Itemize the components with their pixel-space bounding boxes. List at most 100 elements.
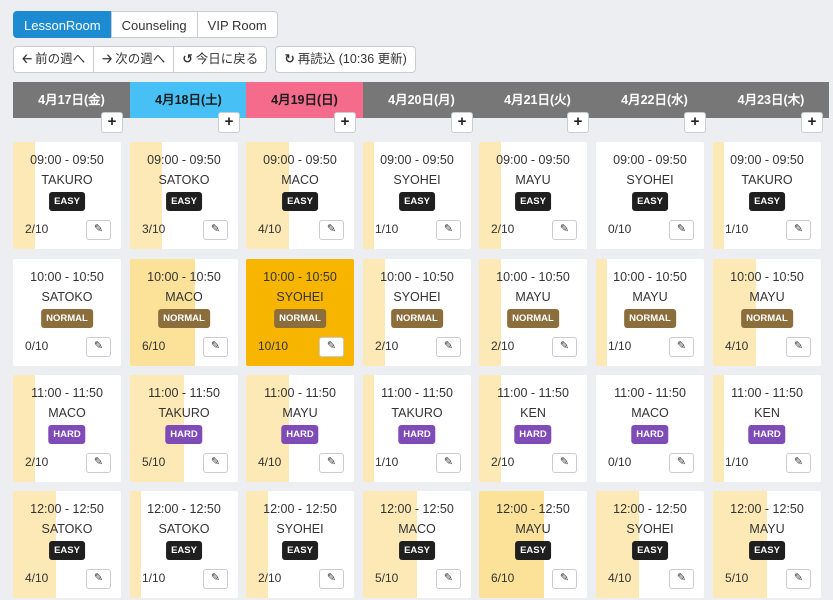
today-button[interactable]: ↺ 今日に戻る <box>173 46 268 73</box>
edit-slot-button[interactable]: ✎ <box>436 220 461 240</box>
slot-teacher: KEN <box>754 406 780 420</box>
edit-slot-button[interactable]: ✎ <box>319 220 344 240</box>
edit-slot-button[interactable]: ✎ <box>86 337 111 357</box>
edit-slot-button[interactable]: ✎ <box>669 337 694 357</box>
slot-teacher: SATOKO <box>158 173 210 187</box>
lesson-slot[interactable]: 11:00 - 11:50 MACO HARD 2/10 ✎ <box>13 375 121 482</box>
edit-slot-button[interactable]: ✎ <box>669 453 694 473</box>
level-badge: HARD <box>748 425 786 444</box>
edit-slot-button[interactable]: ✎ <box>669 220 694 240</box>
lesson-slot[interactable]: 10:00 - 10:50 SYOHEI NORMAL 2/10 ✎ <box>363 259 471 366</box>
lesson-slot[interactable]: 11:00 - 11:50 KEN HARD 2/10 ✎ <box>479 375 587 482</box>
lesson-slot[interactable]: 11:00 - 11:50 KEN HARD 1/10 ✎ <box>713 375 821 482</box>
edit-icon: ✎ <box>559 340 570 352</box>
booking-count: 2/10 <box>25 455 49 469</box>
slot-time: 11:00 - 11:50 <box>31 386 103 400</box>
edit-slot-button[interactable]: ✎ <box>552 337 577 357</box>
lesson-slot[interactable]: 12:00 - 12:50 SATOKO EASY 1/10 ✎ <box>130 491 238 598</box>
lesson-slot[interactable]: 12:00 - 12:50 SYOHEI EASY 4/10 ✎ <box>596 491 704 598</box>
level-badge: EASY <box>515 192 551 211</box>
edit-slot-button[interactable]: ✎ <box>436 337 461 357</box>
edit-slot-button[interactable]: ✎ <box>203 337 228 357</box>
lesson-slot[interactable]: 09:00 - 09:50 SYOHEI EASY 0/10 ✎ <box>596 142 704 249</box>
slot-time: 11:00 - 11:50 <box>731 386 803 400</box>
edit-slot-button[interactable]: ✎ <box>319 337 344 357</box>
lesson-slot[interactable]: 09:00 - 09:50 SYOHEI EASY 1/10 ✎ <box>363 142 471 249</box>
tab-lessonroom[interactable]: LessonRoom <box>13 11 112 38</box>
slot-time: 10:00 - 10:50 <box>496 270 570 284</box>
next-week-button[interactable]: 🡢 次の週へ <box>93 46 175 73</box>
edit-slot-button[interactable]: ✎ <box>552 569 577 589</box>
add-slot-button[interactable]: + <box>101 112 123 133</box>
edit-icon: ✎ <box>559 456 570 468</box>
edit-slot-button[interactable]: ✎ <box>786 453 811 473</box>
level-badge: EASY <box>49 192 85 211</box>
lesson-slot[interactable]: 09:00 - 09:50 TAKURO EASY 1/10 ✎ <box>713 142 821 249</box>
edit-slot-button[interactable]: ✎ <box>86 220 111 240</box>
lesson-slot[interactable]: 10:00 - 10:50 MAYU NORMAL 2/10 ✎ <box>479 259 587 366</box>
lesson-slot[interactable]: 11:00 - 11:50 MAYU HARD 4/10 ✎ <box>246 375 354 482</box>
add-slot-button[interactable]: + <box>567 112 589 133</box>
edit-slot-button[interactable]: ✎ <box>436 569 461 589</box>
reload-button[interactable]: ↻ 再読込 (10:36 更新) <box>275 46 416 73</box>
edit-slot-button[interactable]: ✎ <box>319 569 344 589</box>
booking-count: 4/10 <box>258 455 282 469</box>
edit-slot-button[interactable]: ✎ <box>786 569 811 589</box>
slot-teacher: SYOHEI <box>626 173 674 187</box>
lesson-slot[interactable]: 11:00 - 11:50 MACO HARD 0/10 ✎ <box>596 375 704 482</box>
lesson-slot[interactable]: 10:00 - 10:50 SYOHEI NORMAL 10/10 ✎ <box>246 259 354 366</box>
plus-icon: + <box>107 113 117 130</box>
slot-time: 11:00 - 11:50 <box>264 386 336 400</box>
booking-count: 5/10 <box>725 571 749 585</box>
edit-slot-button[interactable]: ✎ <box>319 453 344 473</box>
lesson-slot[interactable]: 09:00 - 09:50 SATOKO EASY 3/10 ✎ <box>130 142 238 249</box>
add-slot-button[interactable]: + <box>684 112 706 133</box>
reload-label: 再読込 (10:36 更新) <box>297 52 407 66</box>
slot-time: 11:00 - 11:50 <box>381 386 453 400</box>
edit-slot-button[interactable]: ✎ <box>203 569 228 589</box>
edit-icon: ✎ <box>93 456 104 468</box>
add-slot-button[interactable]: + <box>334 112 356 133</box>
tab-counseling[interactable]: Counseling <box>110 11 198 38</box>
lesson-slot[interactable]: 09:00 - 09:50 MACO EASY 4/10 ✎ <box>246 142 354 249</box>
lesson-slot[interactable]: 10:00 - 10:50 MACO NORMAL 6/10 ✎ <box>130 259 238 366</box>
edit-slot-button[interactable]: ✎ <box>552 453 577 473</box>
lesson-slot[interactable]: 12:00 - 12:50 SATOKO EASY 4/10 ✎ <box>13 491 121 598</box>
slot-teacher: SYOHEI <box>393 173 441 187</box>
lesson-slot[interactable]: 12:00 - 12:50 SYOHEI EASY 2/10 ✎ <box>246 491 354 598</box>
lesson-slot[interactable]: 11:00 - 11:50 TAKURO HARD 5/10 ✎ <box>130 375 238 482</box>
edit-slot-button[interactable]: ✎ <box>669 569 694 589</box>
lesson-slot[interactable]: 12:00 - 12:50 MACO EASY 5/10 ✎ <box>363 491 471 598</box>
booking-count: 2/10 <box>491 222 515 236</box>
add-slot-button[interactable]: + <box>801 112 823 133</box>
add-slot-button[interactable]: + <box>451 112 473 133</box>
next-week-label: 次の週へ <box>115 52 166 66</box>
lesson-slot[interactable]: 11:00 - 11:50 TAKURO HARD 1/10 ✎ <box>363 375 471 482</box>
edit-slot-button[interactable]: ✎ <box>86 453 111 473</box>
edit-icon: ✎ <box>210 223 221 235</box>
level-badge: EASY <box>399 541 435 560</box>
lesson-slot[interactable]: 10:00 - 10:50 MAYU NORMAL 4/10 ✎ <box>713 259 821 366</box>
slot-teacher: MACO <box>398 522 436 536</box>
booking-count: 0/10 <box>608 222 632 236</box>
edit-icon: ✎ <box>443 340 454 352</box>
edit-icon: ✎ <box>326 223 337 235</box>
add-slot-button[interactable]: + <box>218 112 240 133</box>
edit-slot-button[interactable]: ✎ <box>786 337 811 357</box>
edit-slot-button[interactable]: ✎ <box>203 453 228 473</box>
edit-slot-button[interactable]: ✎ <box>552 220 577 240</box>
slot-time: 09:00 - 09:50 <box>147 153 221 167</box>
lesson-slot[interactable]: 12:00 - 12:50 MAYU EASY 5/10 ✎ <box>713 491 821 598</box>
prev-week-button[interactable]: 🡠 前の週へ <box>13 46 95 73</box>
lesson-slot[interactable]: 10:00 - 10:50 MAYU NORMAL 1/10 ✎ <box>596 259 704 366</box>
slot-teacher: MAYU <box>749 522 785 536</box>
lesson-slot[interactable]: 12:00 - 12:50 MAYU EASY 6/10 ✎ <box>479 491 587 598</box>
lesson-slot[interactable]: 09:00 - 09:50 MAYU EASY 2/10 ✎ <box>479 142 587 249</box>
tab-vip-room[interactable]: VIP Room <box>196 11 278 38</box>
lesson-slot[interactable]: 10:00 - 10:50 SATOKO NORMAL 0/10 ✎ <box>13 259 121 366</box>
lesson-slot[interactable]: 09:00 - 09:50 TAKURO EASY 2/10 ✎ <box>13 142 121 249</box>
edit-slot-button[interactable]: ✎ <box>86 569 111 589</box>
edit-slot-button[interactable]: ✎ <box>436 453 461 473</box>
edit-slot-button[interactable]: ✎ <box>203 220 228 240</box>
edit-slot-button[interactable]: ✎ <box>786 220 811 240</box>
